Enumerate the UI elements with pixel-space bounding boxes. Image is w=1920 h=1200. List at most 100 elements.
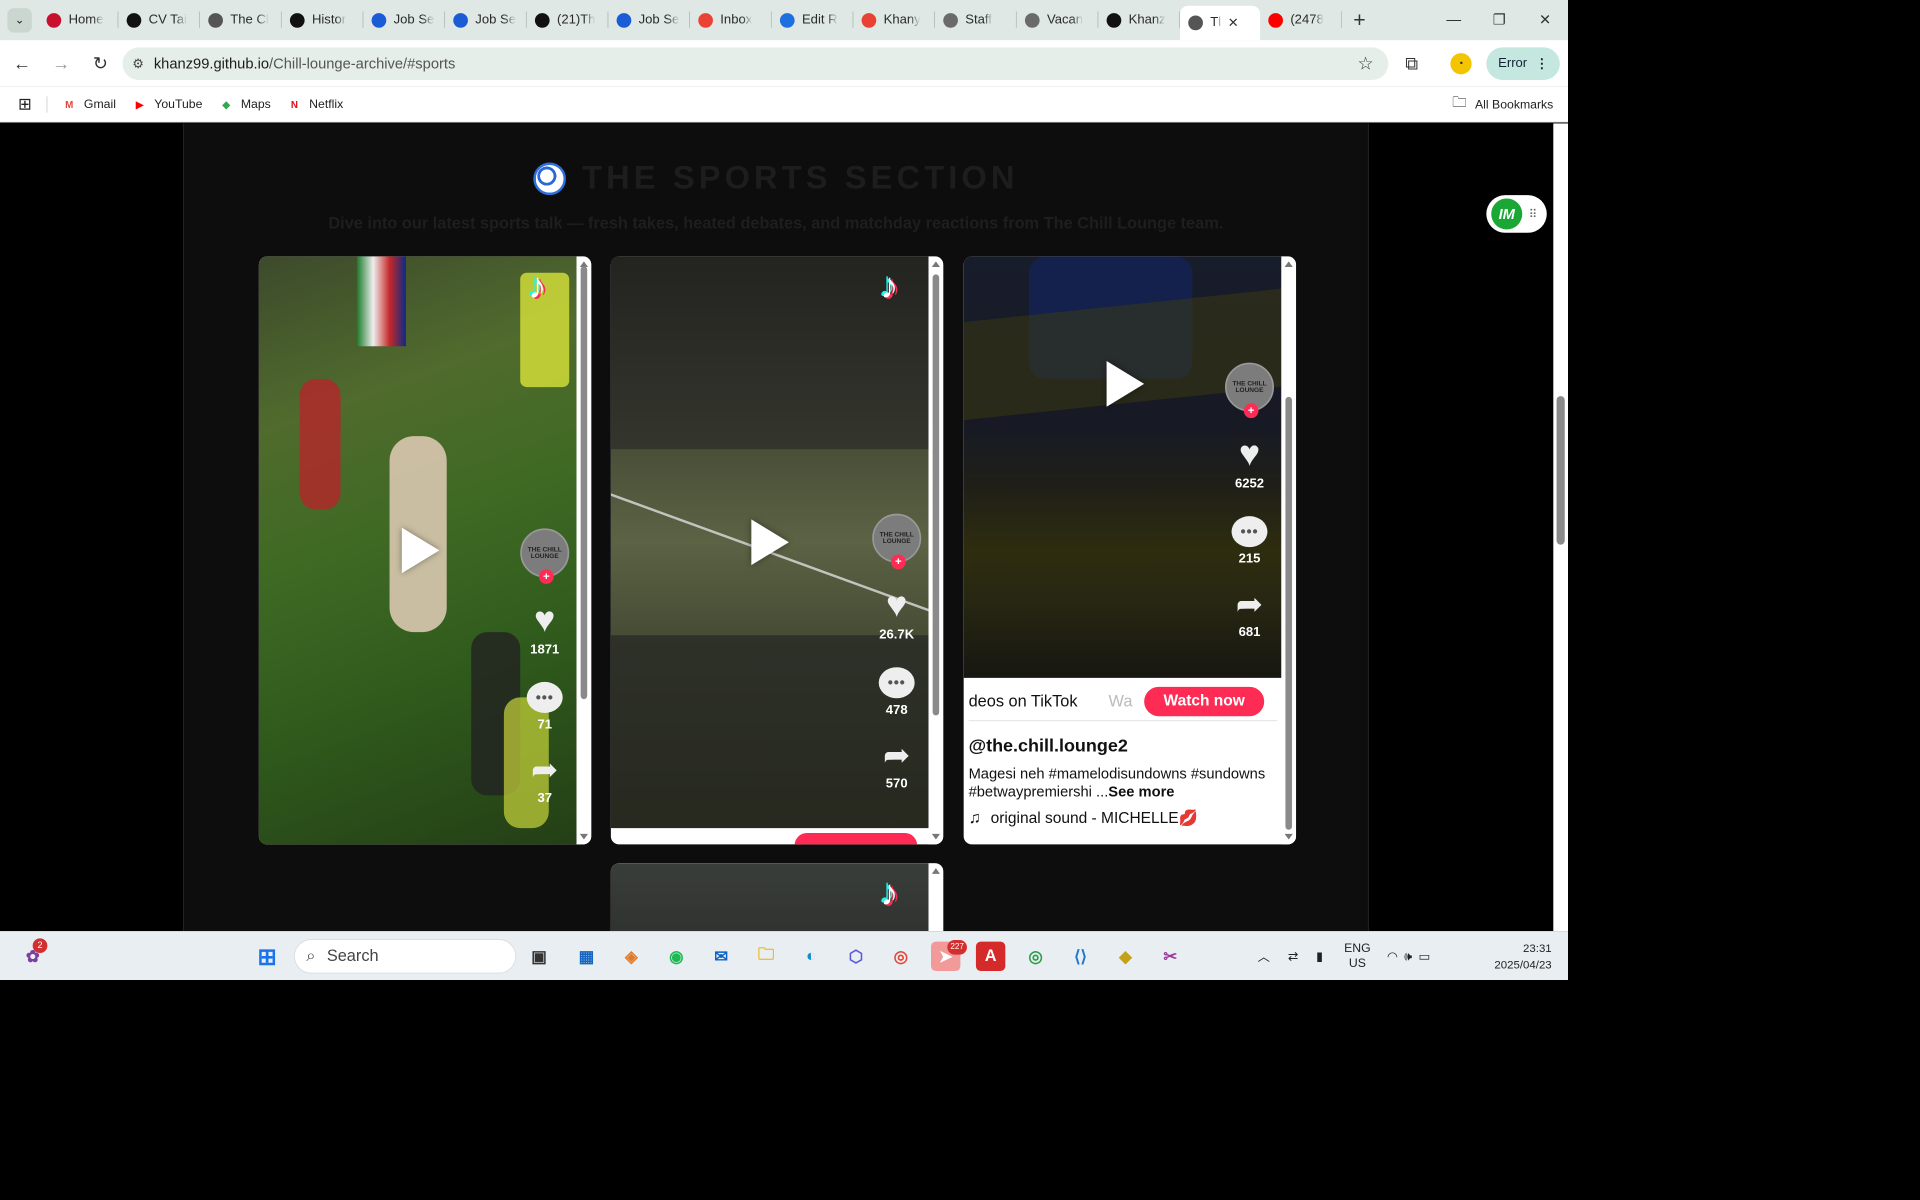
- watch-now-button[interactable]: Watch now: [1143, 686, 1265, 717]
- restore-icon[interactable]: ❐: [1477, 0, 1523, 40]
- clock[interactable]: 23:31 2025/04/23: [1494, 940, 1551, 973]
- edge-icon[interactable]: ◐: [796, 942, 825, 971]
- vscode-icon[interactable]: ⟨⟩: [1066, 942, 1095, 971]
- spotify-icon[interactable]: ◉: [662, 942, 691, 971]
- browser-tab[interactable]: CV Tai: [118, 0, 201, 40]
- video-2[interactable]: ♪ THE CHILL LOUNGE + ♥ 26.7K ••• 478 ➦ 57…: [610, 256, 929, 829]
- copilot-icon[interactable]: ◈: [617, 942, 646, 971]
- active-tab[interactable]: Tl ✕: [1180, 5, 1261, 41]
- browser-tab[interactable]: Vacan: [1017, 0, 1099, 40]
- video-1[interactable]: ♪ THE CHILL LOUNGE + ♥ 1871 ••• 71 ➦ 37: [258, 256, 577, 845]
- taskbar-search[interactable]: ⌕ Search: [294, 939, 517, 974]
- like-icon[interactable]: ♥: [534, 601, 555, 638]
- drag-handle-icon[interactable]: ⠿: [1529, 207, 1537, 221]
- embed-scrollbar[interactable]: [1281, 256, 1297, 845]
- tiktok-embed-3[interactable]: THE CHILL LOUNGE + ♥ 6252 ••• 215 ➦ 681 d…: [963, 256, 1297, 845]
- browser-tab[interactable]: Khany: [853, 0, 936, 40]
- like-icon[interactable]: ♥: [1239, 436, 1260, 472]
- browser-tab[interactable]: Home: [38, 0, 119, 40]
- task-view-icon[interactable]: ▣: [524, 942, 553, 971]
- tiktok-embed-1[interactable]: ♪ THE CHILL LOUNGE + ♥ 1871 ••• 71 ➦ 37: [258, 256, 592, 845]
- forward-icon[interactable]: →: [44, 46, 78, 80]
- profile-avatar[interactable]: THE CHILL LOUNGE +: [1225, 362, 1275, 419]
- all-bookmarks[interactable]: 🗀 All Bookmarks: [1452, 87, 1553, 123]
- browser-tab[interactable]: Histor: [282, 0, 364, 40]
- volume-icon[interactable]: 🕪: [1404, 949, 1412, 963]
- bookmark-star-icon[interactable]: ☆: [1358, 53, 1374, 74]
- comment-icon[interactable]: •••: [526, 681, 563, 713]
- tiktok-embed-4[interactable]: ♪: [610, 863, 944, 932]
- language-indicator[interactable]: ENG US: [1344, 942, 1371, 971]
- embed-scrollbar[interactable]: [928, 256, 944, 845]
- chrome-profile-icon[interactable]: ◎: [886, 942, 915, 971]
- browser-tab[interactable]: Inbox: [690, 0, 772, 40]
- floating-im-widget[interactable]: IM ⠿: [1486, 195, 1547, 233]
- chrome-icon[interactable]: ◎: [1021, 942, 1050, 971]
- browser-tab[interactable]: Job Se: [363, 0, 446, 40]
- like-icon[interactable]: ♥: [886, 587, 907, 623]
- windows-start-icon[interactable]: ⊞: [252, 942, 281, 971]
- tiktok-embed-2[interactable]: ♪ THE CHILL LOUNGE + ♥ 26.7K ••• 478 ➦ 57…: [610, 256, 944, 845]
- video-4[interactable]: ♪: [610, 863, 929, 932]
- apps-grid-icon[interactable]: ⊞: [18, 94, 32, 114]
- tray-app2-icon[interactable]: ▮: [1316, 949, 1323, 964]
- bookmark-gmail[interactable]: M Gmail: [62, 97, 116, 112]
- error-button[interactable]: Error ⋮: [1486, 46, 1560, 80]
- store-icon[interactable]: ▦: [572, 942, 601, 971]
- wifi-icon[interactable]: ◠: [1387, 949, 1398, 964]
- bookmark-youtube[interactable]: ▶ YouTube: [132, 97, 203, 112]
- profile-avatar[interactable]: THE CHILL LOUNGE +: [872, 513, 922, 570]
- chevron-up-icon[interactable]: ︿: [1258, 948, 1270, 965]
- share-icon[interactable]: ➦: [531, 754, 558, 787]
- profile-avatar[interactable]: THE CHILL LOUNGE +: [520, 528, 570, 584]
- outlook-icon[interactable]: ✉: [706, 942, 735, 971]
- bookmark-maps[interactable]: ◆ Maps: [219, 97, 270, 112]
- embed-scrollbar[interactable]: [928, 863, 944, 932]
- profile-avatar[interactable]: ●: [1450, 52, 1472, 74]
- bookmark-netflix[interactable]: N Netflix: [287, 97, 343, 112]
- new-tab-button[interactable]: +: [1353, 7, 1365, 32]
- app-diamond-icon[interactable]: ◆: [1111, 942, 1140, 971]
- browser-tab[interactable]: (2478: [1260, 0, 1342, 40]
- follow-plus-icon[interactable]: +: [1243, 403, 1259, 419]
- url-text[interactable]: khanz99.github.io/Chill-lounge-archive/#…: [154, 55, 456, 72]
- acrobat-icon[interactable]: A: [975, 941, 1006, 972]
- video-sound[interactable]: ♫ original sound - MICHELLE💋: [969, 809, 1198, 829]
- browser-tab[interactable]: Khanz: [1098, 0, 1181, 40]
- site-info-icon[interactable]: ⚙: [132, 56, 144, 72]
- close-window-icon[interactable]: ✕: [1522, 0, 1568, 40]
- follow-plus-icon[interactable]: +: [539, 569, 554, 584]
- reload-icon[interactable]: ↻: [83, 46, 117, 80]
- browser-tab[interactable]: Job Se: [608, 0, 691, 40]
- tab-search-button[interactable]: ⌄: [7, 7, 32, 33]
- comment-icon[interactable]: •••: [878, 667, 915, 699]
- play-icon[interactable]: [401, 527, 440, 574]
- browser-tab[interactable]: (21)Th: [527, 0, 609, 40]
- see-more-link[interactable]: See more: [1108, 783, 1174, 799]
- tray-app-icon[interactable]: ⇄: [1288, 949, 1298, 964]
- snipping-tool-icon[interactable]: ✂: [1156, 942, 1185, 971]
- close-tab-icon[interactable]: ✕: [1228, 15, 1239, 31]
- page-scrollbar[interactable]: [1553, 123, 1569, 932]
- creator-handle[interactable]: @the.chill.lounge2: [969, 735, 1128, 756]
- extensions-icon[interactable]: ⧉: [1405, 53, 1418, 74]
- video-3[interactable]: THE CHILL LOUNGE + ♥ 6252 ••• 215 ➦ 681: [963, 256, 1282, 678]
- embed-scrollbar[interactable]: [576, 256, 592, 845]
- browser-tab[interactable]: Job Se: [445, 0, 527, 40]
- battery-icon[interactable]: ▭: [1418, 949, 1430, 964]
- share-icon[interactable]: ➦: [883, 739, 910, 772]
- address-bar[interactable]: ⚙ khanz99.github.io/Chill-lounge-archive…: [122, 47, 1389, 81]
- browser-tab[interactable]: Edit R: [772, 0, 854, 40]
- back-icon[interactable]: ←: [5, 46, 39, 80]
- file-explorer-icon[interactable]: 🗀: [751, 942, 780, 971]
- watch-now-button-partial[interactable]: [794, 833, 918, 845]
- browser-tab[interactable]: Staff: [935, 0, 1017, 40]
- minimize-icon[interactable]: —: [1431, 0, 1477, 40]
- browser-tab[interactable]: The Cl: [200, 0, 282, 40]
- play-icon[interactable]: [1106, 360, 1145, 407]
- comment-icon[interactable]: •••: [1231, 516, 1268, 548]
- follow-plus-icon[interactable]: +: [890, 554, 906, 570]
- app-hex-icon[interactable]: ⬡: [841, 942, 870, 971]
- play-icon[interactable]: [751, 519, 789, 566]
- share-icon[interactable]: ➦: [1236, 588, 1263, 621]
